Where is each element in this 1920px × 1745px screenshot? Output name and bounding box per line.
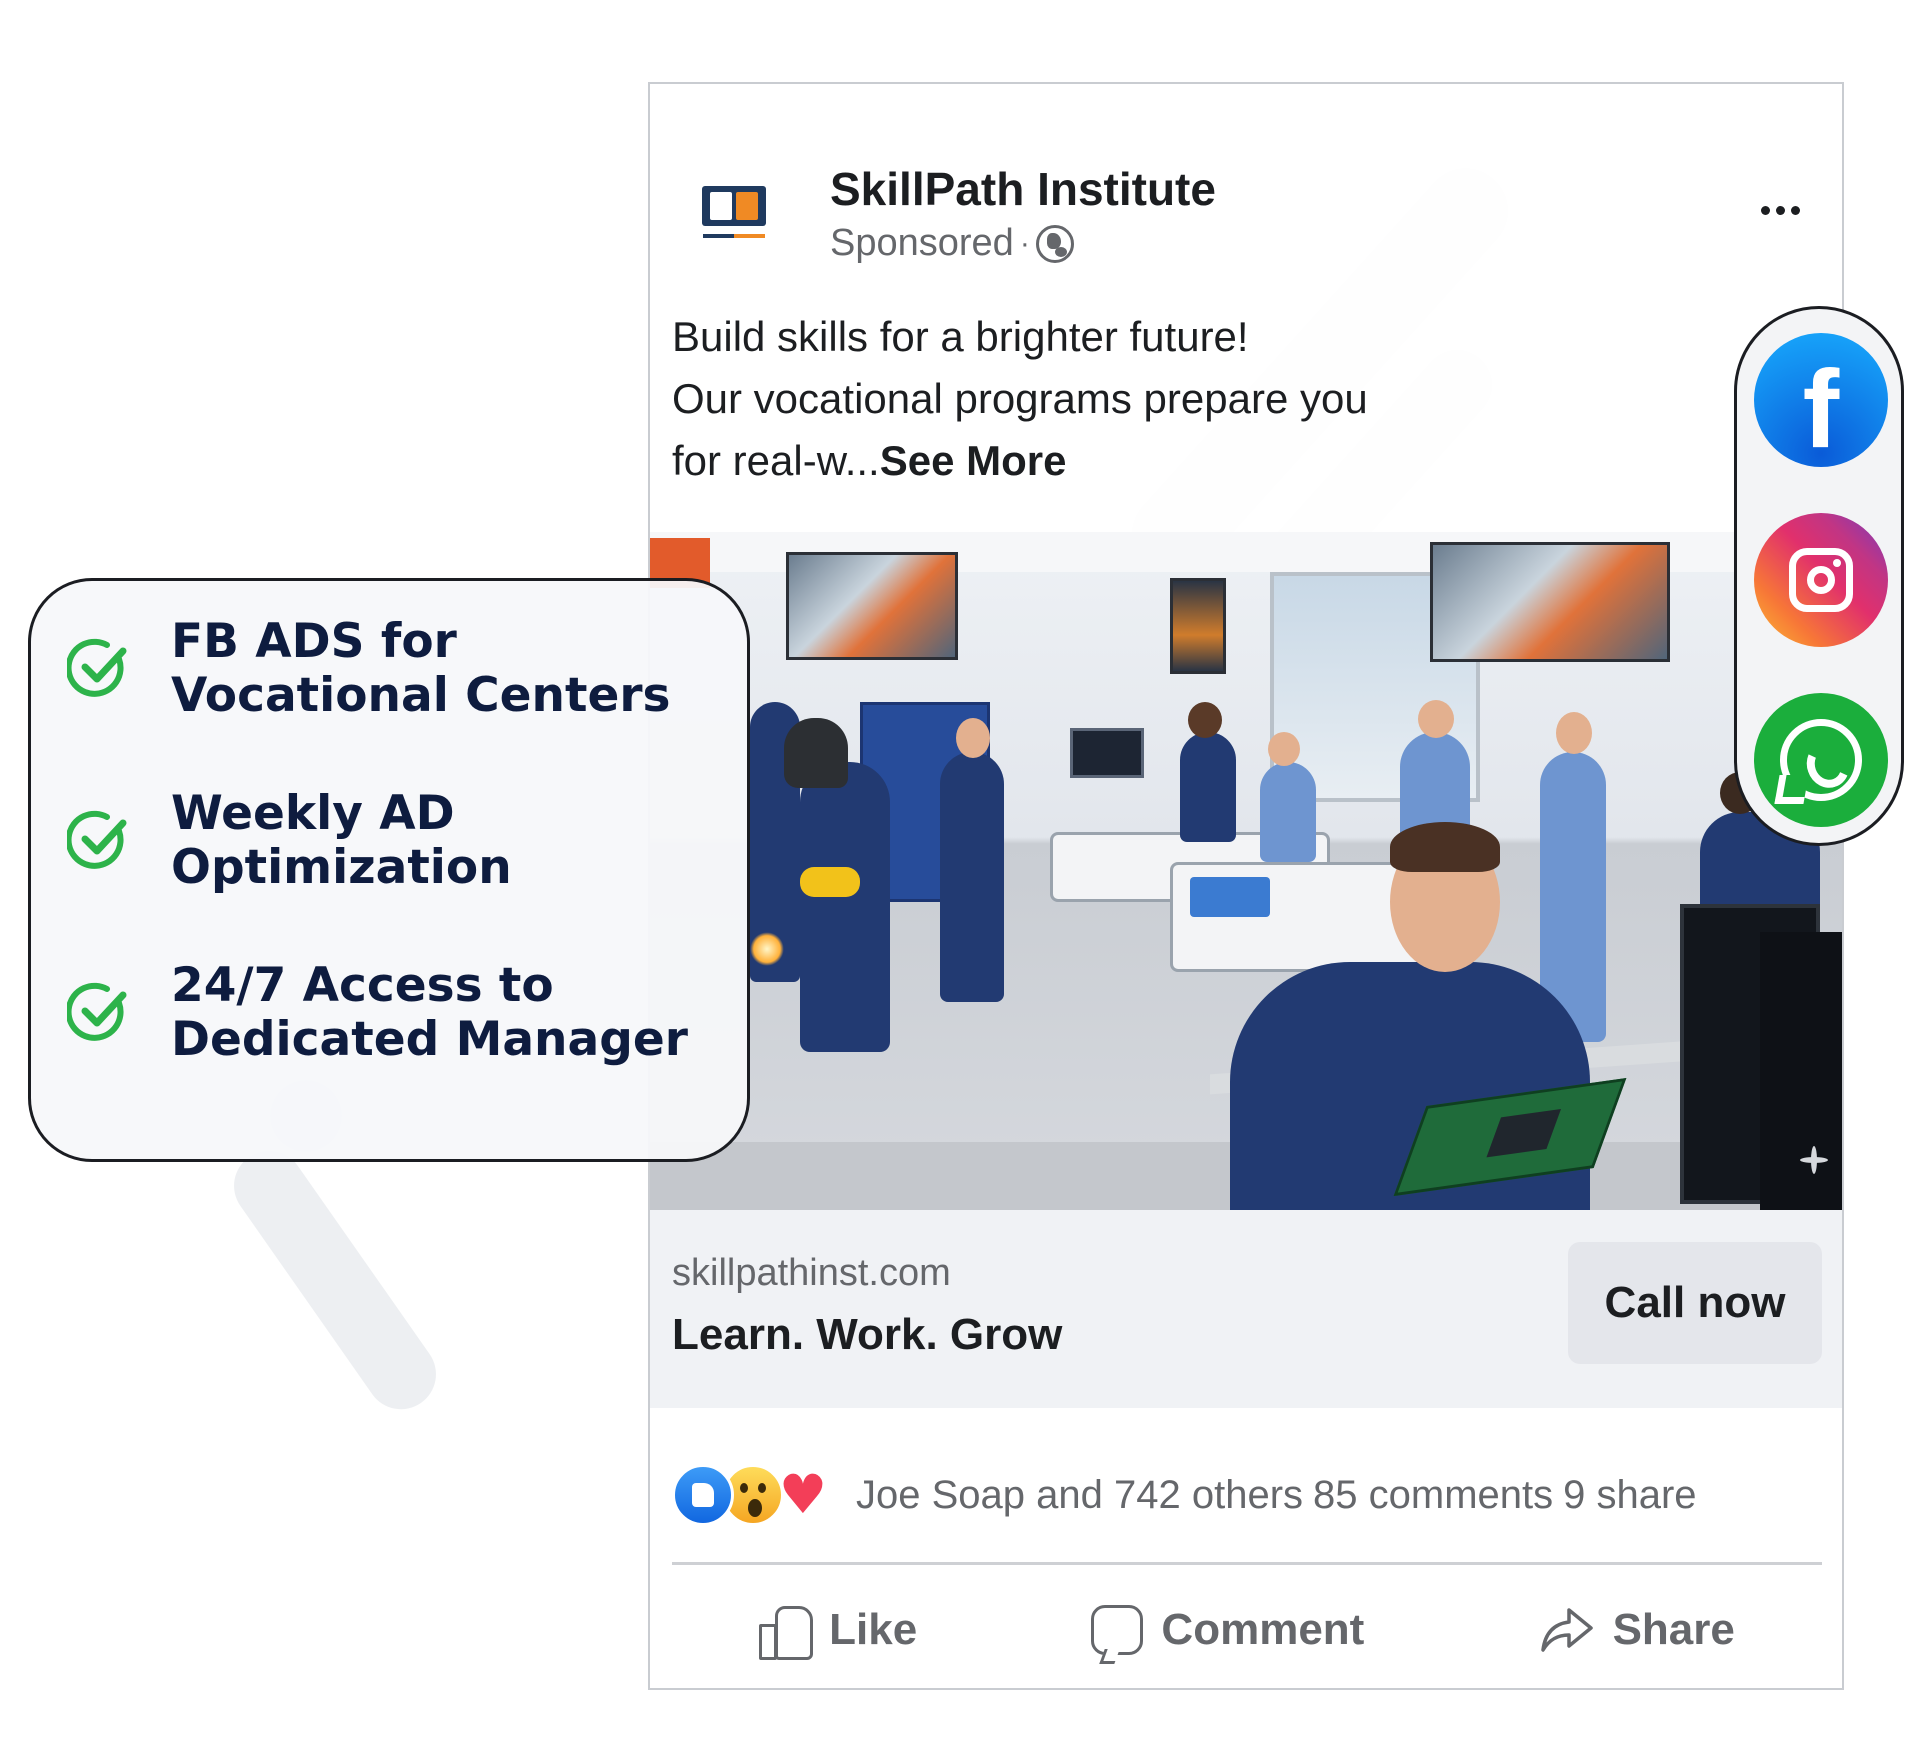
post-actions: Like Comment Share [672, 1580, 1822, 1680]
comment-label: Comment [1161, 1605, 1365, 1654]
wall-poster [786, 552, 958, 660]
more-options-icon[interactable] [1757, 196, 1804, 225]
feature-line: Dedicated Manager [171, 1012, 688, 1067]
share-arrow-icon [1539, 1604, 1595, 1656]
link-domain[interactable]: skillpathinst.com [672, 1252, 951, 1295]
welding-glove [800, 867, 860, 897]
like-label: Like [829, 1605, 918, 1654]
feature-item: 24/7 Access to Dedicated Manager [67, 959, 688, 1067]
sponsored-row: Sponsored · [830, 222, 1074, 265]
head [1268, 732, 1300, 766]
sparkle-icon [1800, 1146, 1828, 1174]
thumbs-up-icon [759, 1604, 814, 1660]
welder-figure [800, 762, 890, 1052]
feature-line: FB ADS for [171, 614, 457, 669]
feature-item: Weekly AD Optimization [67, 787, 512, 895]
divider [672, 1562, 1822, 1565]
like-button[interactable]: Like [759, 1604, 918, 1660]
page-name[interactable]: SkillPath Institute [830, 162, 1216, 216]
feature-label: 24/7 Access to Dedicated Manager [171, 959, 688, 1067]
post-text: Build skills for a brighter future! Our … [672, 306, 1492, 492]
feature-line: Optimization [171, 840, 512, 895]
head [1556, 712, 1592, 754]
separator-dot: · [1019, 226, 1030, 260]
reactions-names[interactable]: Joe Soap and 742 others [856, 1473, 1303, 1517]
wall-poster [1430, 542, 1670, 662]
weld-spark [750, 932, 784, 966]
student-figure [1180, 732, 1236, 842]
instagram-icon[interactable] [1754, 513, 1888, 647]
post-text-truncated: for real-w... [672, 437, 880, 484]
book-logo-icon [702, 186, 766, 226]
comment-bubble-icon [1091, 1605, 1144, 1655]
see-more-link[interactable]: See More [880, 437, 1067, 484]
post-text-line: for real-w...See More [672, 430, 1492, 492]
globe-icon[interactable] [1035, 224, 1074, 263]
wall-screen [1070, 728, 1144, 778]
feature-line: 24/7 Access to [171, 958, 554, 1013]
page-logo[interactable] [694, 172, 774, 252]
ad-showcase: SkillPath Institute Sponsored · Build sk… [0, 0, 1920, 1745]
feature-label: FB ADS for Vocational Centers [171, 615, 671, 723]
post-header: SkillPath Institute Sponsored · [650, 84, 1842, 294]
link-preview[interactable]: skillpathinst.com Learn. Work. Grow Call… [650, 1210, 1842, 1408]
sponsored-label: Sponsored [830, 222, 1014, 264]
hair [1390, 822, 1500, 872]
shares-count[interactable]: 9 share [1563, 1473, 1696, 1517]
facebook-icon[interactable]: f [1754, 333, 1888, 467]
whatsapp-icon[interactable] [1754, 693, 1888, 827]
head [956, 718, 990, 758]
feature-line: Vocational Centers [171, 668, 671, 723]
comments-count[interactable]: 85 comments [1313, 1473, 1553, 1517]
like-reaction-icon [672, 1464, 734, 1526]
head [1188, 702, 1222, 738]
wall-poster [1170, 578, 1226, 674]
logo-underline [703, 234, 765, 238]
features-panel: FB ADS for Vocational Centers Weekly AD … [28, 578, 750, 1162]
nurse-figure [1260, 762, 1316, 862]
comment-button[interactable]: Comment [1091, 1605, 1364, 1655]
share-label: Share [1612, 1605, 1735, 1654]
head [1418, 700, 1454, 738]
facebook-ad-card: SkillPath Institute Sponsored · Build sk… [648, 82, 1844, 1690]
watermark-shape [220, 1137, 450, 1423]
post-text-line: Our vocational programs prepare you [672, 375, 1368, 422]
feature-item: FB ADS for Vocational Centers [67, 615, 671, 723]
check-circle-icon [67, 638, 127, 697]
share-button[interactable]: Share [1539, 1604, 1735, 1656]
check-circle-icon [67, 982, 127, 1041]
student-figure [940, 752, 1004, 1002]
call-now-button[interactable]: Call now [1568, 1242, 1822, 1364]
welding-helmet [784, 718, 848, 788]
reactions-count-text: Joe Soap and 742 others 85 comments 9 shar… [856, 1473, 1697, 1518]
ad-image[interactable] [650, 532, 1842, 1210]
post-text-line: Build skills for a brighter future! [672, 313, 1249, 360]
feature-line: Weekly AD [171, 786, 455, 841]
feature-label: Weekly AD Optimization [171, 787, 512, 895]
bed-rail [1190, 877, 1270, 917]
link-headline[interactable]: Learn. Work. Grow [672, 1310, 1062, 1360]
reactions-summary[interactable]: Joe Soap and 742 others85 comments9 shar… [672, 1460, 1822, 1530]
social-icons-pill: f [1734, 306, 1904, 846]
check-circle-icon [67, 810, 127, 869]
